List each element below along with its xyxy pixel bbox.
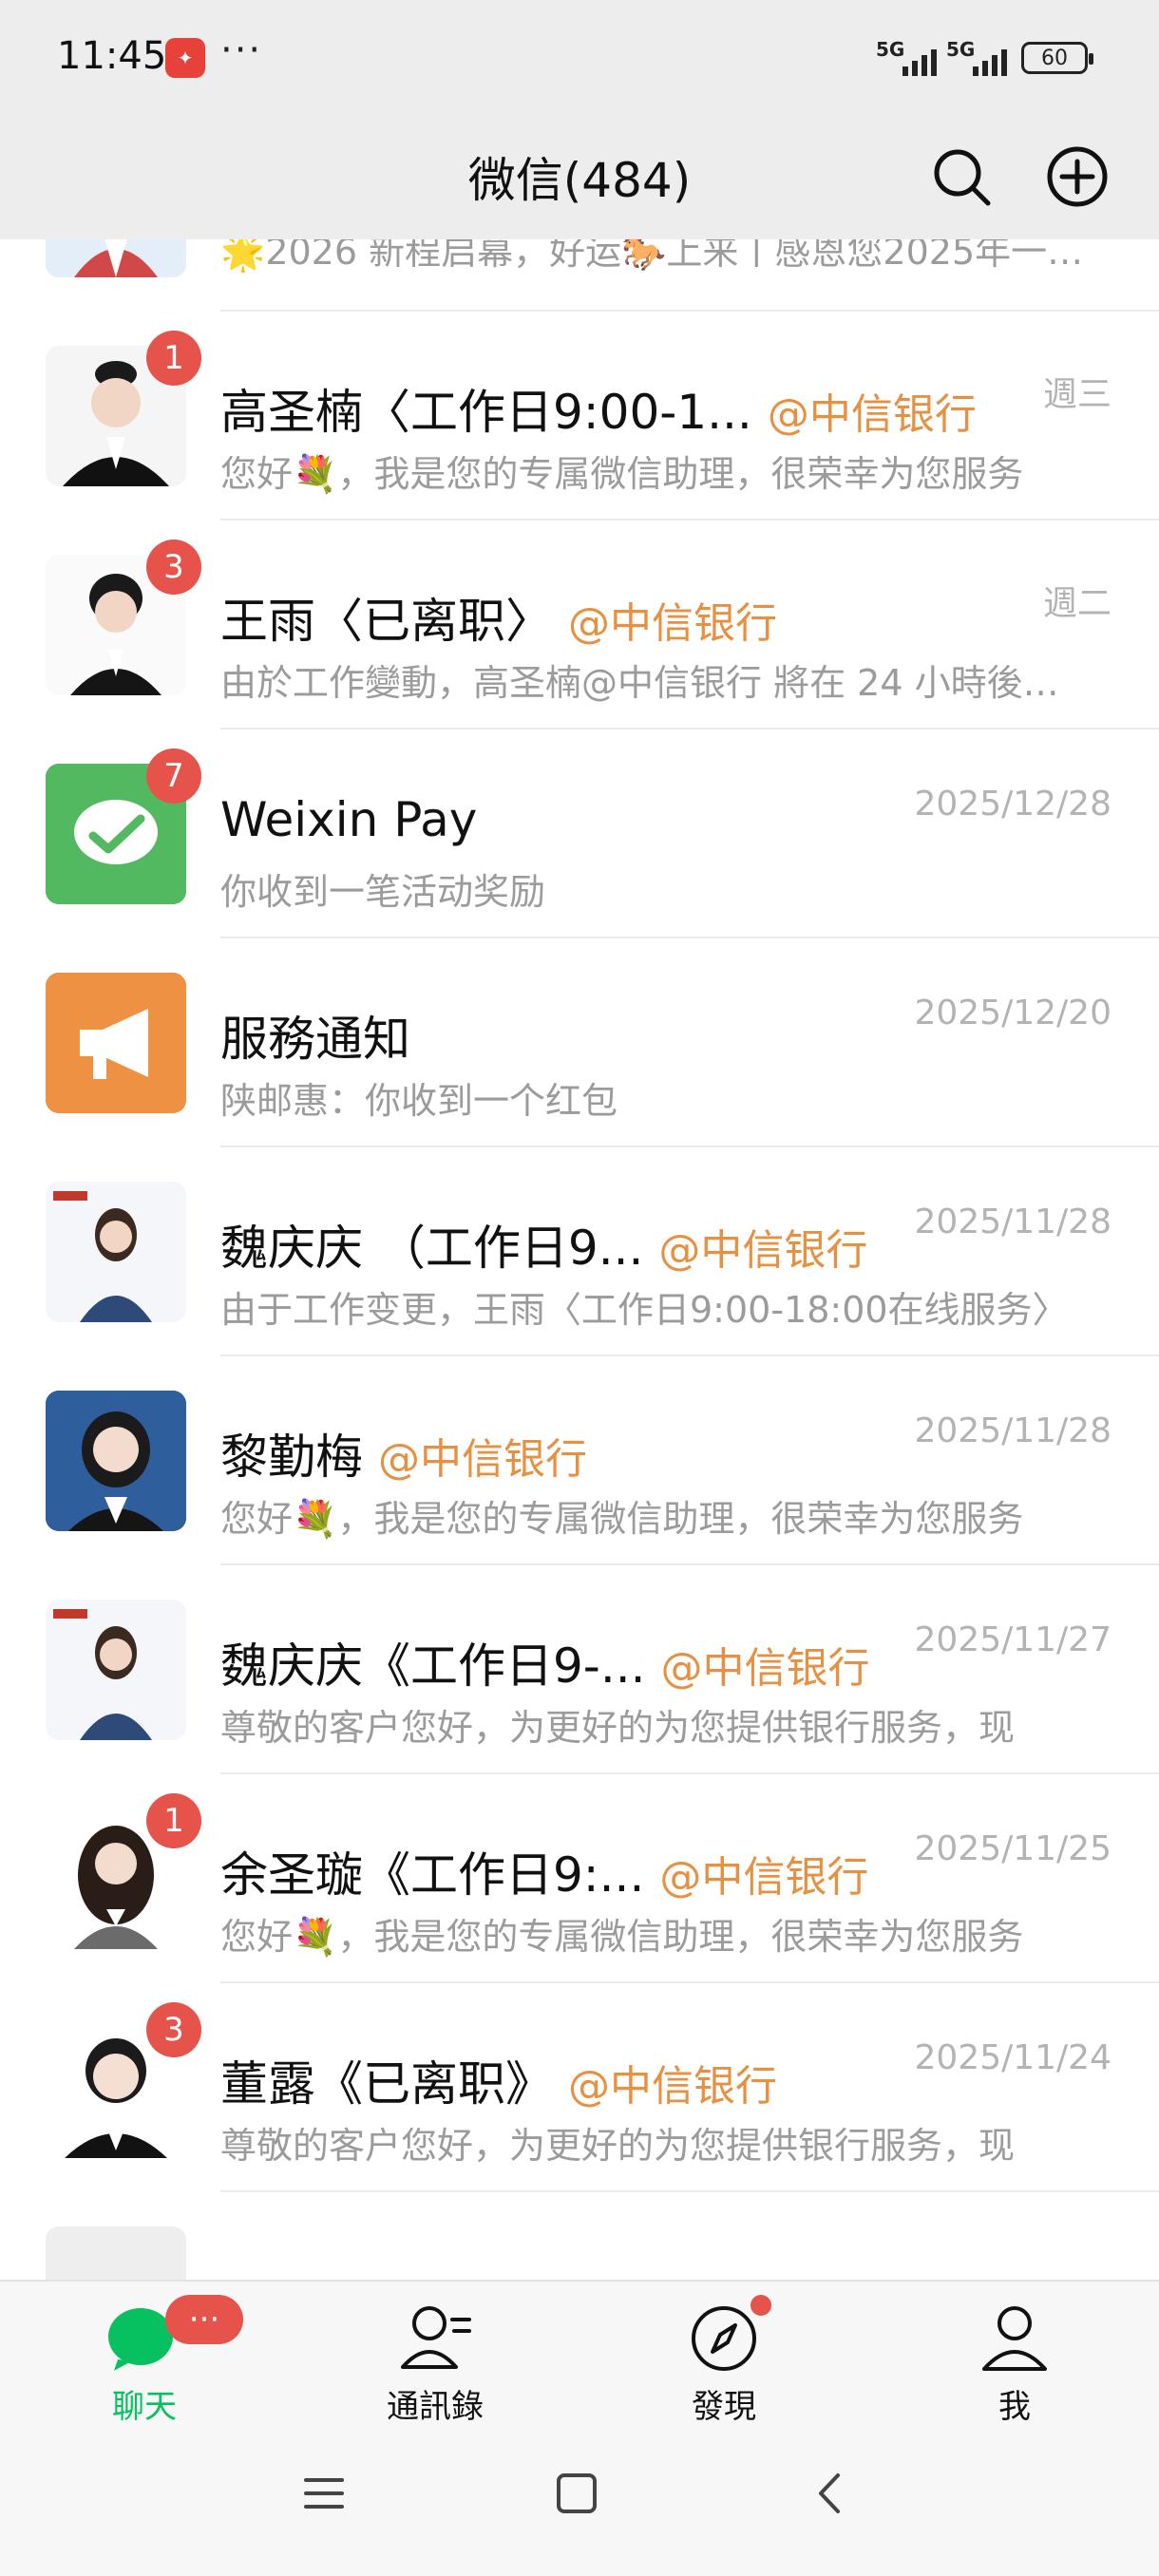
chat-list[interactable]: 🌟2026 新程启幕，好运🐎上来丨感恩您2025年一路相伴 1 高圣楠〈工作日9… — [0, 239, 1159, 2280]
chat-name-text: 董露《已离职》 — [220, 2056, 553, 2112]
chat-name: 魏庆庆《工作日9-... @中信银行 — [220, 1628, 870, 1696]
chats-badge: ··· — [165, 2295, 243, 2344]
search-icon[interactable] — [925, 141, 998, 213]
chat-name: Weixin Pay — [220, 792, 477, 847]
tab-me[interactable]: 我 — [920, 2282, 1110, 2435]
chat-preview: 你收到一笔活动奖励 — [220, 871, 546, 913]
compass-icon — [692, 2306, 756, 2371]
chat-name-text: 服務通知 — [220, 1012, 410, 1067]
chat-row[interactable]: 服務通知 2025/12/20 陕邮惠：你收到一个红包 — [0, 938, 1159, 1147]
tab-discover[interactable]: 發現 — [629, 2282, 819, 2435]
tab-label: 我 — [998, 2388, 1031, 2426]
chat-row[interactable]: 🌟2026 新程启幕，好运🐎上来丨感恩您2025年一路相伴 — [0, 239, 1159, 312]
unread-badge: 7 — [146, 748, 201, 804]
more-notifications-icon: ··· — [220, 28, 263, 72]
chat-preview: 由於工作變動，高圣楠@中信银行 將在 24 小時後接替服務 — [220, 662, 1094, 704]
unread-badge: 3 — [146, 2002, 201, 2057]
chat-time: 2025/12/20 — [914, 994, 1112, 1032]
chat-name: 魏庆庆 （工作日9... @中信银行 — [220, 1210, 867, 1279]
chat-name: 黎勤梅 @中信银行 — [220, 1419, 587, 1487]
unread-badge: 1 — [146, 331, 201, 386]
chat-preview: 🌟2026 新程启幕，好运🐎上来丨感恩您2025年一路相伴 — [220, 239, 1094, 273]
chat-row[interactable]: 7 Weixin Pay 2025/12/28 你收到一笔活动奖励 — [0, 729, 1159, 938]
chat-name-text: 高圣楠〈工作日9:00-1... — [220, 385, 752, 440]
battery-icon: 60 — [1021, 42, 1093, 74]
signal-icon-2 — [973, 44, 1007, 76]
chat-name-text: 魏庆庆 （工作日9... — [220, 1221, 644, 1276]
chat-row[interactable]: 3 王雨〈已离职〉 @中信银行 週二 由於工作變動，高圣楠@中信银行 將在 24 … — [0, 521, 1159, 729]
chat-preview: 尊敬的客户您好，为更好的为您提供银行服务，现 — [220, 1707, 1016, 1749]
avatar — [46, 1182, 186, 1322]
chat-name: 董露《已离职》 @中信银行 — [220, 2046, 777, 2114]
status-bar: 11:45 ✦ ··· 5G 5G 60 — [0, 0, 1159, 114]
chat-time: 2025/11/28 — [914, 1203, 1112, 1241]
chat-preview: 陕邮惠：你收到一个红包 — [220, 1080, 618, 1122]
chat-time: 2025/11/27 — [914, 1620, 1112, 1659]
chat-name-text: Weixin Pay — [220, 792, 478, 847]
avatar — [46, 1600, 186, 1740]
unread-badge: 1 — [146, 1793, 201, 1848]
contacts-icon — [401, 2306, 471, 2369]
avatar — [46, 2226, 186, 2280]
discover-dot-badge — [750, 2295, 771, 2316]
chat-row[interactable]: 1 高圣楠〈工作日9:00-1... @中信银行 週三 您好💐，我是您的专属微信助… — [0, 312, 1159, 521]
chat-time: 2025/11/25 — [914, 1829, 1112, 1868]
chat-row[interactable]: 魏庆庆《工作日9-... @中信银行 2025/11/27 尊敬的客户您好，为更好… — [0, 1565, 1159, 1774]
chat-row[interactable]: 1 余圣璇《工作日9:... @中信银行 2025/11/25 您好💐，我是您的专… — [0, 1774, 1159, 1983]
tab-chats[interactable]: ··· 聊天 — [49, 2282, 243, 2435]
menu-icon[interactable] — [302, 2472, 346, 2515]
chat-preview: 由于工作变更，王雨〈工作日9:00-18:00在线服务〉 — [220, 1289, 1069, 1331]
chat-tag: @中信银行 — [660, 1644, 870, 1693]
chat-name: 余圣璇《工作日9:... @中信银行 — [220, 1837, 868, 1905]
tab-contacts[interactable]: 通訊錄 — [340, 2282, 530, 2435]
chat-tag: @中信银行 — [568, 2062, 777, 2111]
signal-icon-1 — [902, 44, 937, 76]
chat-preview: 尊敬的客户您好，为更好的为您提供银行服务，现 — [220, 2125, 1016, 2167]
chat-row[interactable]: 魏庆庆 （工作日9... @中信银行 2025/11/28 由于工作变更，王雨〈工… — [0, 1147, 1159, 1356]
title-bar: 微信(484) — [0, 114, 1159, 239]
chat-preview: 您好💐，我是您的专属微信助理，很荣幸为您服务 — [220, 1498, 1024, 1540]
chat-name: 王雨〈已离职〉 @中信银行 — [220, 583, 777, 652]
tab-label: 發現 — [692, 2388, 756, 2426]
megaphone-icon — [46, 973, 186, 1113]
chat-row[interactable] — [0, 2192, 1159, 2280]
person-icon — [982, 2306, 1047, 2371]
battery-level: 60 — [1041, 46, 1068, 70]
network-type-2: 5G — [946, 38, 976, 61]
avatar — [46, 1391, 186, 1531]
chat-name: 高圣楠〈工作日9:00-1... @中信银行 — [220, 374, 977, 443]
chat-row[interactable]: 黎勤梅 @中信银行 2025/11/28 您好💐，我是您的专属微信助理，很荣幸为您… — [0, 1356, 1159, 1565]
chat-name-text: 黎勤梅 — [220, 1430, 363, 1485]
tab-label: 通訊錄 — [387, 2388, 484, 2426]
back-icon[interactable] — [809, 2472, 853, 2515]
chat-time: 2025/11/28 — [914, 1411, 1112, 1450]
chat-tag: @中信银行 — [659, 1853, 869, 1902]
tab-label: 聊天 — [112, 2388, 177, 2426]
chat-time: 2025/12/28 — [914, 785, 1112, 824]
chat-time: 週二 — [1042, 584, 1112, 623]
app-notification-icon: ✦ — [165, 38, 205, 78]
avatar — [46, 239, 186, 277]
unread-badge: 3 — [146, 540, 201, 595]
chat-preview: 您好💐，我是您的专属微信助理，很荣幸为您服务 — [220, 1916, 1024, 1958]
add-icon[interactable] — [1041, 141, 1113, 213]
chat-name-text: 王雨〈已离职〉 — [220, 594, 553, 649]
chat-name: 服務通知 — [220, 1001, 410, 1070]
bottom-tab-bar: ··· 聊天 通訊錄 發現 我 — [0, 2280, 1159, 2434]
chat-row[interactable]: 3 董露《已离职》 @中信银行 2025/11/24 尊敬的客户您好，为更好的为您… — [0, 1983, 1159, 2192]
network-type-1: 5G — [876, 38, 905, 61]
chat-preview: 您好💐，我是您的专属微信助理，很荣幸为您服务 — [220, 453, 1024, 495]
chat-tag: @中信银行 — [378, 1435, 587, 1484]
chat-tag: @中信银行 — [568, 599, 777, 648]
chat-name-text: 魏庆庆《工作日9-... — [220, 1638, 646, 1694]
home-icon[interactable] — [555, 2472, 598, 2515]
system-nav-bar — [0, 2434, 1159, 2576]
chat-name-text: 余圣璇《工作日9:... — [220, 1847, 645, 1903]
chat-tag: @中信银行 — [767, 390, 977, 439]
chat-time: 2025/11/24 — [914, 2038, 1112, 2077]
chat-tag: @中信银行 — [658, 1226, 868, 1275]
status-time: 11:45 — [57, 34, 167, 78]
chat-time: 週三 — [1042, 375, 1112, 414]
